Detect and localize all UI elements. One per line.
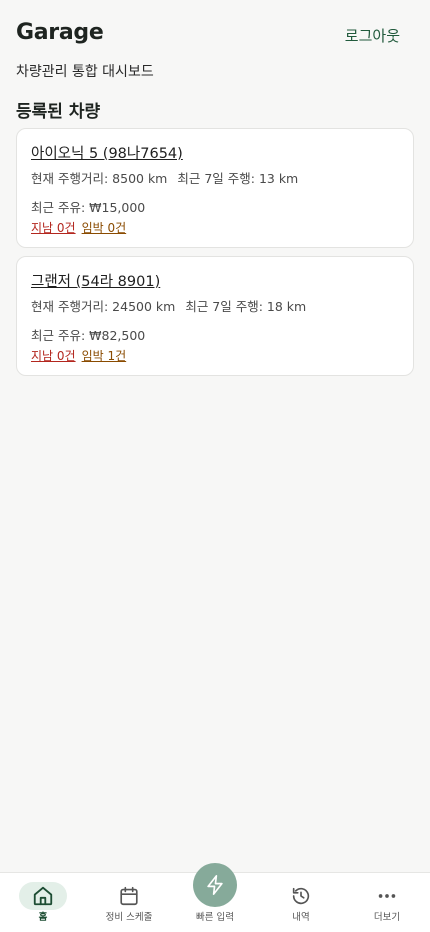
nav-home[interactable]: 홈 — [0, 873, 86, 932]
vehicle-name-link[interactable]: 아이오닉 5 (98나7654) — [31, 142, 183, 163]
calendar-icon — [120, 886, 138, 906]
overdue-link[interactable]: 지남 0건 — [31, 349, 76, 363]
recent-distance-text: 최근 7일 주행: 18 km — [185, 299, 307, 314]
quick-input-label: 빠른 입력 — [196, 912, 234, 923]
app-header: Garage 로그아웃 — [16, 20, 414, 52]
nav-schedule[interactable]: 정비 스케줄 — [86, 873, 172, 932]
nav-history-label: 내역 — [292, 912, 310, 923]
vehicle-card: 아이오닉 5 (98나7654) 현재 주행거리: 8500 km 최근 7일 주… — [16, 128, 414, 248]
recent-fuel-text: 최근 주유: ₩15,000 — [31, 200, 146, 215]
maintenance-badges: 지남 0건 임박 1건 — [31, 347, 132, 364]
logout-button[interactable]: 로그아웃 — [345, 25, 400, 46]
nav-history[interactable]: 내역 — [258, 873, 344, 932]
nav-home-label: 홈 — [38, 912, 48, 923]
recent-distance-text: 최근 7일 주행: 13 km — [177, 171, 299, 186]
upcoming-link[interactable]: 임박 0건 — [82, 221, 127, 235]
section-title: 등록된 차량 — [16, 102, 101, 122]
vehicle-card: 그랜저 (54라 8901) 현재 주행거리: 24500 km 최근 7일 주행… — [16, 256, 414, 376]
vehicle-stats: 현재 주행거리: 8500 km 최근 7일 주행: 13 km — [31, 168, 298, 187]
nav-schedule-label: 정비 스케줄 — [105, 912, 153, 923]
recent-fuel-text: 최근 주유: ₩82,500 — [31, 328, 146, 343]
lightning-icon — [207, 875, 223, 895]
odometer-text: 현재 주행거리: 8500 km — [31, 171, 168, 186]
page-subtitle: 차량관리 통합 대시보드 — [16, 64, 154, 80]
app-title: Garage — [16, 20, 104, 45]
nav-more[interactable]: 더보기 — [344, 873, 430, 932]
overdue-link[interactable]: 지남 0건 — [31, 221, 76, 235]
odometer-text: 현재 주행거리: 24500 km — [31, 299, 176, 314]
home-icon — [33, 886, 53, 906]
history-icon — [292, 887, 310, 905]
vehicle-name-link[interactable]: 그랜저 (54라 8901) — [31, 270, 160, 291]
vehicle-stats: 현재 주행거리: 24500 km 최근 7일 주행: 18 km — [31, 296, 306, 315]
quick-input-button[interactable] — [193, 863, 237, 907]
more-icon — [378, 894, 396, 898]
nav-more-label: 더보기 — [373, 912, 401, 923]
maintenance-badges: 지남 0건 임박 0건 — [31, 219, 132, 236]
upcoming-link[interactable]: 임박 1건 — [82, 349, 127, 363]
